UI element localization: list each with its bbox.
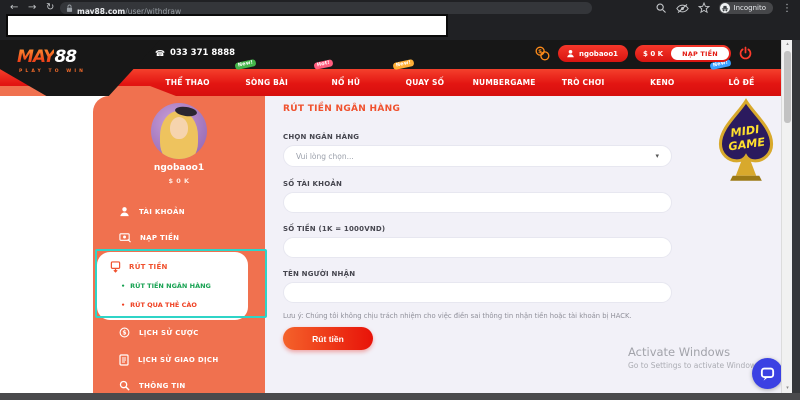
phone-icon: ☎ bbox=[155, 49, 165, 58]
bullet-icon: • bbox=[121, 301, 125, 309]
bank-label: CHỌN NGÂN HÀNG bbox=[283, 133, 359, 141]
power-logout-icon[interactable] bbox=[738, 46, 753, 61]
sidebar-balance: $ 0 K bbox=[93, 177, 265, 185]
user-icon bbox=[119, 206, 130, 217]
forward-icon[interactable]: → bbox=[28, 1, 36, 14]
window-bottom-edge bbox=[0, 393, 800, 400]
money-withdraw-icon bbox=[110, 261, 121, 273]
nav-keno[interactable]: KENO bbox=[623, 69, 702, 96]
sidebar: ngobaoo1 $ 0 K TÀI KHOẢN NẠP TIỀN RÚT TI… bbox=[93, 96, 265, 393]
account-username: ngobaoo1 bbox=[579, 50, 618, 58]
dollar-circle-icon: $ bbox=[119, 327, 130, 338]
browser-chrome: ← → ↻ may88.com/user/withdraw Incognito … bbox=[0, 0, 800, 40]
live-chat-button[interactable] bbox=[752, 358, 783, 389]
amount-label: SỐ TIỀN (1K = 1000VND) bbox=[283, 225, 385, 233]
hotline-number: 033 371 8888 bbox=[170, 48, 235, 58]
sidebar-item-transaction-history[interactable]: LỊCH SỬ GIAO DỊCH bbox=[119, 352, 219, 367]
nav-lo-de[interactable]: New!LÔ ĐỀ bbox=[702, 69, 781, 96]
window-right-edge bbox=[792, 40, 800, 400]
address-bar[interactable]: may88.com/user/withdraw bbox=[60, 2, 592, 14]
page-scrollbar[interactable]: ▴ ▾ bbox=[781, 40, 792, 393]
sidebar-username: ngobaoo1 bbox=[93, 163, 265, 173]
disclaimer-note: Lưu ý: Chúng tôi không chịu trách nhiệm … bbox=[283, 312, 703, 320]
browser-menu-icon[interactable]: ⋮ bbox=[782, 3, 792, 14]
sidebar-item-info[interactable]: THÔNG TIN bbox=[119, 378, 186, 393]
midi-game-logo: MIDI GAME bbox=[713, 98, 779, 190]
incognito-badge[interactable]: Incognito bbox=[719, 2, 773, 14]
deposit-button[interactable]: NẠP TIỀN bbox=[671, 47, 729, 60]
receiver-name-input[interactable] bbox=[283, 282, 672, 303]
scrollbar-thumb[interactable] bbox=[784, 51, 791, 123]
nav-song-bai[interactable]: New!SÒNG BÀI bbox=[227, 69, 306, 96]
sidebar-subitem-withdraw-bank[interactable]: • RÚT TIỀN NGÂN HÀNG bbox=[121, 282, 211, 290]
balance-amount: $ 0 K bbox=[643, 50, 663, 58]
page-title: RÚT TIỀN NGÂN HÀNG bbox=[283, 104, 400, 114]
chevron-down-icon: ▾ bbox=[655, 152, 659, 160]
activate-windows-watermark: Activate Windows Go to Settings to activ… bbox=[628, 345, 762, 370]
logo-may: MAY bbox=[17, 47, 54, 67]
avatar bbox=[151, 103, 207, 159]
logo-88: 88 bbox=[54, 47, 76, 67]
chat-icon bbox=[759, 365, 776, 382]
redacted-area bbox=[6, 14, 448, 37]
bullet-icon: • bbox=[121, 282, 125, 290]
account-button[interactable]: ngobaoo1 bbox=[558, 45, 628, 62]
back-icon[interactable]: ← bbox=[10, 1, 18, 14]
receipt-icon bbox=[119, 354, 129, 366]
svg-text:$: $ bbox=[122, 330, 126, 337]
sidebar-active-group: RÚT TIỀN • RÚT TIỀN NGÂN HÀNG • RÚT QUA … bbox=[97, 252, 248, 320]
zoom-icon[interactable] bbox=[655, 2, 667, 14]
balance-deposit-pill[interactable]: $ 0 K NẠP TIỀN bbox=[635, 45, 731, 62]
svg-text:$: $ bbox=[538, 49, 542, 55]
sidebar-item-deposit[interactable]: NẠP TIỀN bbox=[119, 230, 179, 245]
eye-off-icon[interactable] bbox=[676, 3, 689, 14]
account-number-input[interactable] bbox=[283, 192, 672, 213]
nav-tro-choi[interactable]: TRÒ CHƠI bbox=[544, 69, 623, 96]
amount-input[interactable] bbox=[283, 237, 672, 258]
receiver-name-label: TÊN NGƯỜI NHẬN bbox=[283, 270, 355, 278]
sidebar-item-account[interactable]: TÀI KHOẢN bbox=[119, 204, 185, 219]
sidebar-item-bet-history[interactable]: $ LỊCH SỬ CƯỢC bbox=[119, 325, 199, 340]
account-number-label: SỐ TÀI KHOẢN bbox=[283, 180, 342, 188]
withdraw-panel: RÚT TIỀN NGÂN HÀNG CHỌN NGÂN HÀNG Vui lò… bbox=[265, 96, 781, 393]
incognito-icon bbox=[720, 3, 730, 13]
search-icon bbox=[119, 380, 130, 391]
bookmark-star-icon[interactable] bbox=[698, 2, 710, 14]
exchange-coins-icon: $ bbox=[534, 45, 551, 62]
page-body: RÚT TIỀN NGÂN HÀNG CHỌN NGÂN HÀNG Vui lò… bbox=[0, 96, 781, 393]
nav-no-hu[interactable]: Hot!NỔ HŨ bbox=[306, 69, 385, 96]
user-icon bbox=[566, 49, 575, 58]
withdraw-submit-button[interactable]: Rút tiền bbox=[283, 327, 373, 350]
scroll-up-icon[interactable]: ▴ bbox=[782, 41, 793, 48]
bank-select[interactable]: Vui lòng chọn... ▾ bbox=[283, 145, 672, 167]
hotline: ☎ 033 371 8888 bbox=[155, 48, 235, 58]
bank-select-placeholder: Vui lòng chọn... bbox=[296, 152, 354, 161]
scroll-down-icon[interactable]: ▾ bbox=[782, 385, 793, 392]
lock-icon bbox=[66, 4, 73, 13]
money-deposit-icon bbox=[119, 232, 131, 243]
sidebar-item-withdraw[interactable]: RÚT TIỀN bbox=[110, 261, 168, 273]
nav-quay-so[interactable]: New!QUAY SỐ bbox=[385, 69, 464, 96]
nav-numbergame[interactable]: NUMBERGAME bbox=[465, 69, 544, 96]
sidebar-subitem-withdraw-card[interactable]: • RÚT QUA THẺ CÀO bbox=[121, 301, 197, 309]
incognito-label: Incognito bbox=[734, 4, 766, 12]
reload-icon[interactable]: ↻ bbox=[46, 1, 54, 14]
